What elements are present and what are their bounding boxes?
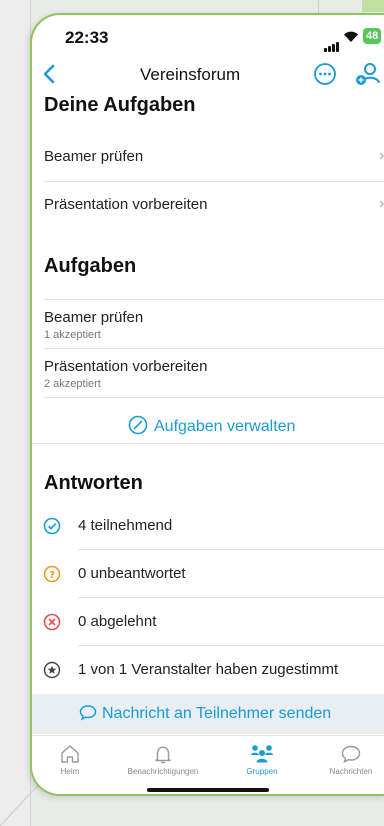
question-circle-icon: ? [43, 565, 61, 583]
chevron-left-icon[interactable] [42, 63, 56, 85]
chevron-right-icon: › [379, 147, 384, 164]
more-circle-icon[interactable] [313, 62, 337, 86]
answer-label: 4 teilnehmend [78, 517, 173, 534]
battery-indicator: 48 [363, 28, 382, 44]
tab-messages[interactable]: Nachrichten [316, 736, 384, 776]
my-task-item[interactable]: Präsentation vorbereiten › [32, 181, 384, 229]
page-title: Vereinsforum [140, 65, 241, 84]
tab-notifications-label: Benachrichtigungen [127, 767, 199, 776]
divider [78, 549, 384, 550]
tab-groups[interactable]: Gruppen [232, 736, 292, 776]
x-circle-icon [43, 613, 61, 631]
background-tab [362, 0, 384, 12]
answer-row[interactable]: 1 von 1 Veranstalter haben zugestimmt [32, 656, 384, 684]
section-heading-answers: Antworten [44, 472, 143, 494]
manage-tasks-button[interactable]: Aufgaben verwalten [128, 415, 295, 436]
section-heading-tasks: Aufgaben [44, 255, 137, 277]
chat-bubble-icon [341, 745, 361, 764]
left-panel [0, 0, 31, 826]
nav-bar: Vereinsforum [32, 57, 384, 93]
chevron-right-icon: › [379, 195, 384, 212]
home-icon [61, 745, 79, 763]
task-status: 2 akzeptiert [44, 378, 101, 390]
signal-icon [324, 34, 340, 52]
my-task-label: Beamer prüfen [44, 148, 144, 165]
speech-bubble-icon [79, 705, 97, 721]
edit-circle-icon [128, 415, 148, 435]
divider [78, 645, 384, 646]
answer-label: 0 unbeantwortet [78, 565, 186, 582]
manage-tasks-label: Aufgaben verwalten [154, 418, 296, 435]
status-time: 22:33 [65, 28, 109, 47]
send-message-bar: Nachricht an Teilnehmer senden [32, 694, 384, 734]
svg-text:?: ? [49, 570, 55, 581]
my-task-label: Präsentation vorbereiten [44, 196, 208, 213]
answer-label: 0 abgelehnt [78, 613, 157, 630]
task-label: Präsentation vorbereiten [44, 358, 208, 375]
answer-row[interactable]: ? 0 unbeantwortet [32, 560, 384, 588]
divider [32, 443, 384, 444]
phone-screen: 22:33 48 Vereinsforum Deine Aufgaben Bea… [30, 13, 384, 796]
answer-row[interactable]: 0 abgelehnt [32, 608, 384, 636]
divider [78, 597, 384, 598]
home-indicator [147, 788, 269, 792]
section-heading-my-tasks: Deine Aufgaben [44, 94, 196, 116]
tab-groups-label: Gruppen [246, 767, 278, 776]
groups-icon [251, 745, 273, 763]
tab-home[interactable]: Heim [44, 736, 96, 776]
people-add-icon[interactable] [353, 61, 383, 87]
tab-messages-label: Nachrichten [329, 767, 373, 776]
tab-bar: Heim Benachrichtigungen Gruppen Nachrich… [32, 735, 384, 794]
answer-row[interactable]: 4 teilnehmend [32, 512, 384, 540]
divider [44, 397, 384, 398]
send-message-button[interactable]: Nachricht an Teilnehmer senden [79, 704, 331, 723]
task-item[interactable]: Präsentation vorbereiten 2 akzeptiert [32, 348, 384, 397]
answer-label: 1 von 1 Veranstalter haben zugestimmt [78, 661, 339, 678]
star-circle-icon [43, 661, 61, 679]
check-circle-icon [43, 517, 61, 535]
task-status: 1 akzeptiert [44, 329, 101, 341]
status-bar: 22:33 48 [32, 15, 384, 57]
bell-icon [155, 746, 171, 764]
tab-home-label: Heim [60, 767, 80, 776]
send-message-label: Nachricht an Teilnehmer senden [102, 705, 332, 722]
tab-notifications[interactable]: Benachrichtigungen [108, 736, 218, 776]
my-task-item[interactable]: Beamer prüfen › [32, 133, 384, 181]
divider [318, 0, 319, 14]
task-item[interactable]: Beamer prüfen 1 akzeptiert [32, 299, 384, 348]
wifi-icon [344, 31, 358, 42]
task-label: Beamer prüfen [44, 309, 144, 326]
